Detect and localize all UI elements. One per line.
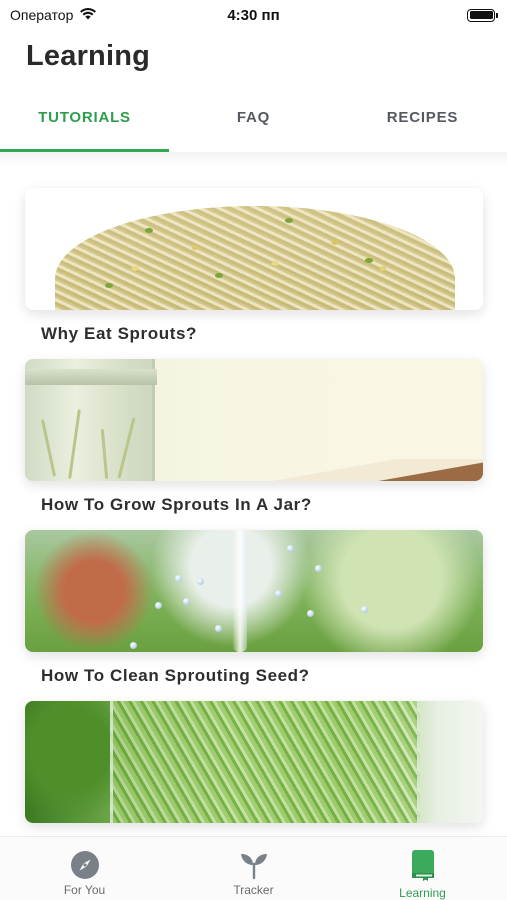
tutorial-list[interactable]: Why Eat Sprouts? How To Grow Sprouts In … [0, 152, 507, 836]
tutorial-image-greens[interactable] [25, 701, 483, 823]
header: Learning TUTORIALS FAQ RECIPES [0, 30, 507, 152]
tutorial-card-grow-in-jar[interactable]: How To Grow Sprouts In A Jar? [25, 359, 483, 515]
tutorial-card-clean-seed[interactable]: How To Clean Sprouting Seed? [25, 530, 483, 686]
tutorial-title[interactable]: How To Clean Sprouting Seed? [41, 666, 483, 686]
tabbar-label: Learning [399, 886, 446, 900]
page-title: Learning [26, 40, 151, 72]
sprouts-pile-image [55, 206, 455, 310]
tabbar-item-learning[interactable]: Learning [338, 837, 507, 900]
wifi-icon [79, 7, 97, 23]
status-bar: Оператор 4:30 пп [0, 0, 507, 30]
tutorial-title[interactable]: How To Grow Sprouts In A Jar? [41, 495, 483, 515]
tutorial-image-jar[interactable] [25, 359, 483, 481]
tutorial-title[interactable]: Why Eat Sprouts? [41, 324, 483, 344]
greens-bowl-image [110, 701, 420, 823]
tabbar-item-tracker[interactable]: Tracker [169, 837, 338, 900]
compass-icon [69, 850, 101, 880]
tab-recipes[interactable]: RECIPES [338, 100, 507, 152]
tab-tutorials[interactable]: TUTORIALS [0, 100, 169, 152]
tutorial-image-sprouts[interactable] [25, 188, 483, 310]
tab-faq[interactable]: FAQ [169, 100, 338, 152]
status-left: Оператор [10, 7, 97, 23]
tutorial-card-4[interactable] [25, 701, 483, 836]
tabbar-label: For You [63, 883, 106, 897]
carrier-label: Оператор [10, 7, 74, 23]
segment-tabs: TUTORIALS FAQ RECIPES [0, 100, 507, 152]
battery-icon [467, 8, 498, 22]
tabbar-item-for-you[interactable]: For You [0, 837, 169, 900]
book-image [253, 459, 483, 481]
water-stream-image [233, 530, 247, 652]
tabbar-label: Tracker [233, 883, 274, 897]
tutorial-image-water[interactable] [25, 530, 483, 652]
tutorial-card-why-eat-sprouts[interactable]: Why Eat Sprouts? [25, 188, 483, 344]
book-icon [407, 850, 439, 881]
bottom-tab-bar: For You Tracker Learning [0, 836, 507, 900]
sprout-icon [238, 850, 270, 880]
